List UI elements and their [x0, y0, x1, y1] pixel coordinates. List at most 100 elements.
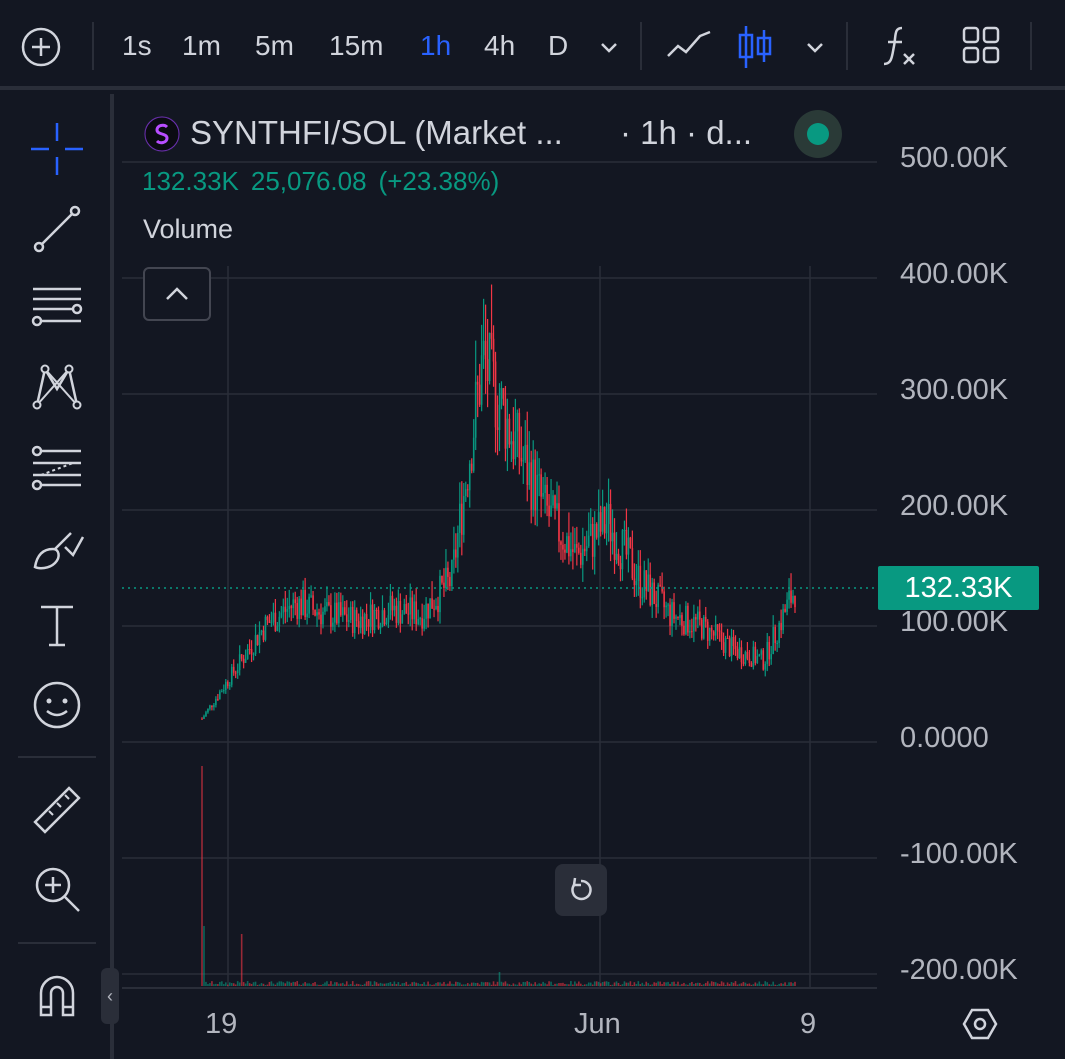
candle-body	[207, 708, 209, 713]
fib-icon[interactable]	[22, 432, 92, 502]
candle-body	[772, 626, 774, 655]
indicators-icon[interactable]	[874, 22, 924, 72]
ruler-icon[interactable]	[22, 776, 92, 846]
price-tick: -100.00K	[900, 838, 1018, 870]
volume-bar	[675, 984, 677, 986]
volume-bar	[607, 981, 610, 986]
volume-bar	[532, 984, 535, 986]
candle-body	[371, 604, 374, 631]
interval-1m[interactable]: 1m	[182, 26, 221, 66]
interval-dropdown-icon[interactable]	[594, 22, 644, 72]
text-icon[interactable]	[22, 590, 92, 660]
volume-bar	[224, 982, 227, 986]
candle-body	[264, 616, 267, 640]
interval-1s[interactable]: 1s	[122, 26, 152, 66]
interval-4h[interactable]: 4h	[484, 26, 515, 66]
candle-body	[474, 381, 477, 438]
candle-body	[373, 609, 376, 631]
candle-body	[205, 712, 207, 717]
line-chart-icon[interactable]	[664, 22, 714, 72]
candle-body	[790, 590, 792, 603]
candle-body	[613, 532, 616, 560]
volume-bar	[474, 982, 477, 986]
zoom-in-icon[interactable]	[22, 854, 92, 924]
volume-bars	[201, 766, 796, 986]
candle-body	[704, 616, 707, 622]
interval-15m[interactable]: 15m	[329, 26, 383, 66]
volume-bar	[371, 984, 374, 986]
candle-body	[431, 598, 433, 609]
candle-body	[361, 616, 364, 634]
pattern-icon[interactable]	[22, 352, 92, 422]
volume-bar	[246, 981, 249, 986]
volume-bar	[786, 984, 788, 986]
volume-bar	[512, 983, 515, 986]
candle-body	[538, 474, 540, 476]
layout-icon[interactable]	[956, 22, 1006, 72]
volume-bar	[578, 981, 580, 986]
volume-bar	[663, 982, 665, 986]
candle-body	[377, 610, 380, 629]
candle-body	[488, 332, 491, 382]
volume-bar	[744, 982, 747, 986]
volume-bar	[766, 982, 769, 986]
candle-body	[340, 602, 342, 616]
candle-body	[238, 654, 241, 671]
volume-bar	[734, 981, 737, 986]
interval-1h[interactable]: 1h	[420, 26, 451, 66]
crosshair-icon[interactable]	[22, 114, 92, 184]
collapse-sidebar-button[interactable]: ‹	[101, 968, 119, 1024]
candle-body	[532, 459, 535, 510]
volume-indicator-label[interactable]: Volume	[143, 214, 233, 245]
volume-bar	[415, 982, 417, 986]
interval-5m[interactable]: 5m	[255, 26, 294, 66]
volume-bar	[585, 984, 588, 986]
candle-body	[219, 691, 221, 700]
chart-type-dropdown-icon[interactable]	[800, 22, 850, 72]
candle-body	[506, 418, 509, 449]
market-status[interactable]	[794, 110, 842, 158]
candle-body	[258, 632, 261, 646]
add-symbol-icon[interactable]	[16, 22, 66, 72]
candle-body	[730, 637, 733, 657]
volume-bar	[726, 982, 729, 986]
brush-icon[interactable]	[22, 512, 92, 582]
volume-bar	[776, 984, 778, 986]
symbol-title[interactable]: SYNTHFI/SOL (Market ...	[190, 114, 563, 152]
volume-bar	[564, 983, 566, 986]
candle-body	[530, 462, 533, 510]
candle-body	[706, 621, 709, 641]
volume-bar	[298, 984, 300, 986]
candle-body	[221, 691, 223, 693]
volume-bar	[385, 983, 388, 986]
candle-body	[667, 604, 669, 606]
candle-body	[675, 616, 677, 619]
volume-bar	[520, 984, 523, 986]
reset-chart-button[interactable]	[555, 864, 607, 916]
candle-body	[689, 631, 691, 633]
horizontal-lines-icon[interactable]	[22, 272, 92, 342]
collapse-legend-button[interactable]	[143, 267, 211, 321]
candle-body	[770, 654, 773, 660]
candle-body	[788, 590, 790, 600]
volume-bar	[290, 982, 293, 986]
volume-bar	[294, 982, 297, 986]
volume-bar	[403, 983, 406, 986]
chart-settings-icon[interactable]	[960, 1004, 1000, 1044]
toolbar-divider	[92, 22, 94, 70]
candle-body	[576, 544, 578, 548]
candle-body	[246, 649, 249, 660]
candle-body	[387, 615, 390, 623]
candle-body	[564, 549, 566, 553]
candle-body	[552, 495, 554, 506]
candlestick-icon[interactable]	[734, 22, 784, 72]
volume-bar	[375, 982, 378, 986]
trend-line-icon[interactable]	[22, 194, 92, 264]
emoji-icon[interactable]	[22, 670, 92, 740]
candle-body	[230, 666, 233, 685]
volume-bar	[625, 982, 628, 986]
volume-bar	[617, 982, 620, 986]
magnet-icon[interactable]	[22, 960, 92, 1030]
candle-body	[580, 552, 582, 565]
interval-D[interactable]: D	[548, 26, 568, 66]
